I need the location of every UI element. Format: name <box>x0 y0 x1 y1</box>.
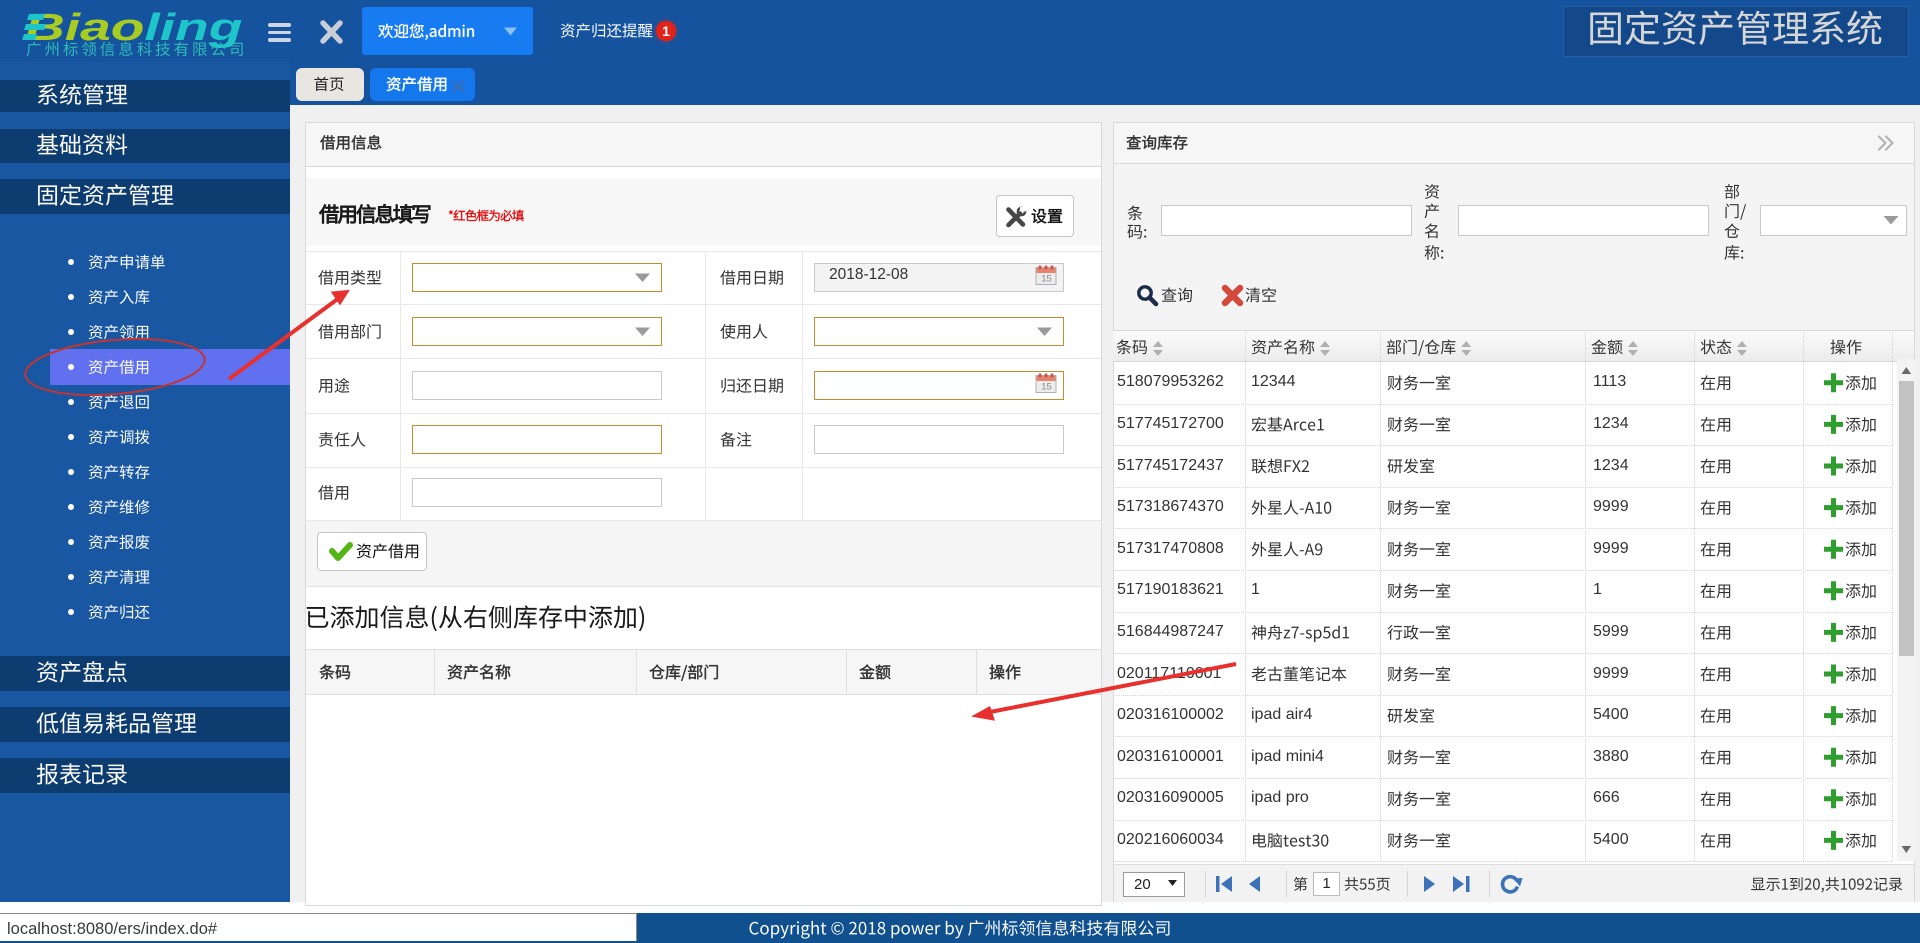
svg-text:15: 15 <box>1041 274 1052 285</box>
svg-text:15: 15 <box>1041 382 1052 393</box>
